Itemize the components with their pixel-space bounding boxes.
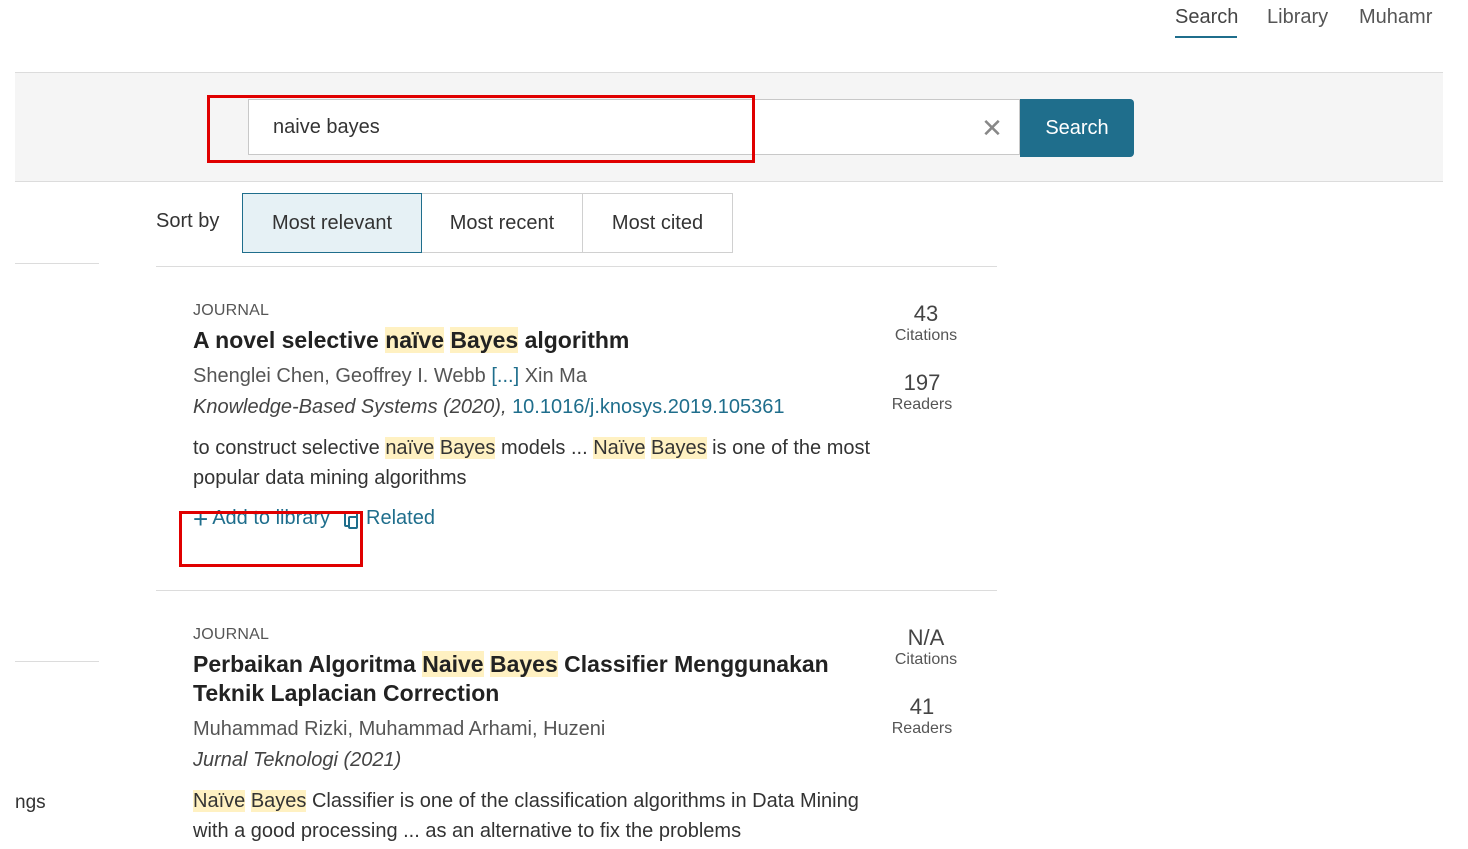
results-divider <box>156 590 997 591</box>
snippet-text: models ... <box>495 437 594 459</box>
snippet-text <box>245 790 251 812</box>
result-source: Knowledge-Based Systems (2020), 10.1016/… <box>193 396 993 419</box>
title-text: Perbaikan Algoritma <box>193 651 423 677</box>
clear-search-icon[interactable]: ✕ <box>977 113 1007 143</box>
search-input[interactable] <box>248 99 1020 155</box>
snippet-highlight: Bayes <box>439 437 496 459</box>
snippet-text: to construct selective <box>193 437 386 459</box>
result-authors: Shenglei Chen, Geoffrey I. Webb [...] Xi… <box>193 365 993 388</box>
related-label: Related <box>366 507 435 529</box>
result-type: JOURNAL <box>193 302 270 319</box>
citations-count: N/A <box>907 625 945 650</box>
title-highlight: Bayes <box>450 327 519 353</box>
result-actions: + Add to library Related <box>193 503 993 534</box>
result-snippet: Naïve Bayes Classifier is one of the cla… <box>193 786 873 846</box>
result-title[interactable]: Perbaikan Algoritma Naive Bayes Classifi… <box>193 650 843 708</box>
result-item: JOURNAL Perbaikan Algoritma Naive Bayes … <box>193 626 993 846</box>
sidebar-divider <box>15 661 99 662</box>
citations-metric: 43 Citations <box>881 301 971 345</box>
sidebar-divider <box>15 263 99 264</box>
snippet-highlight: Bayes <box>250 790 307 812</box>
result-item: JOURNAL A novel selective naïve Bayes al… <box>193 302 993 534</box>
title-text: A novel selective <box>193 327 386 353</box>
snippet-highlight: Bayes <box>651 437 707 459</box>
results-divider <box>156 266 997 267</box>
readers-count: 197 <box>903 370 941 395</box>
snippet-text <box>434 437 440 459</box>
citations-count: 43 <box>913 301 939 326</box>
readers-label: Readers <box>891 396 953 413</box>
citations-label: Citations <box>894 327 958 344</box>
plus-icon: + <box>193 503 209 534</box>
title-text: algorithm <box>518 327 630 353</box>
top-navigation: Search Library Muhamr <box>0 0 1468 72</box>
nav-active-indicator <box>1175 36 1237 38</box>
readers-metric: 41 Readers <box>877 694 967 738</box>
add-to-library-button[interactable]: + Add to library <box>193 503 331 534</box>
add-to-library-label: Add to library <box>212 507 331 529</box>
related-button[interactable]: Related <box>344 507 435 530</box>
sort-most-relevant[interactable]: Most relevant <box>242 193 422 253</box>
nav-search-link[interactable]: Search <box>1175 6 1238 29</box>
result-snippet: to construct selective naïve Bayes model… <box>193 433 873 493</box>
authors-text: Shenglei Chen, Geoffrey I. Webb <box>193 365 492 387</box>
citations-metric: N/A Citations <box>881 625 971 669</box>
sort-options: Most relevant Most recent Most cited <box>242 193 733 253</box>
result-source: Jurnal Teknologi (2021) <box>193 749 402 771</box>
search-button[interactable]: Search <box>1020 99 1134 157</box>
search-bar-section: ✕ Search <box>15 72 1443 182</box>
readers-metric: 197 Readers <box>877 370 967 414</box>
nav-user-menu[interactable]: Muhamr <box>1359 6 1432 29</box>
related-icon <box>344 510 359 529</box>
nav-library-link[interactable]: Library <box>1267 6 1328 29</box>
title-highlight: Naive <box>422 651 484 677</box>
authors-text: Xin Ma <box>519 365 587 387</box>
snippet-highlight: Naïve <box>593 437 646 459</box>
snippet-highlight: Naïve <box>193 790 246 812</box>
title-highlight: naïve <box>385 327 445 353</box>
readers-label: Readers <box>891 720 953 737</box>
title-highlight: Bayes <box>489 651 558 677</box>
result-authors: Muhammad Rizki, Muhammad Arhami, Huzeni <box>193 718 606 740</box>
authors-expand-link[interactable]: [...] <box>491 365 519 387</box>
sort-label: Sort by <box>156 210 220 232</box>
result-title[interactable]: A novel selective naïve Bayes algorithm <box>193 326 843 355</box>
readers-count: 41 <box>909 694 935 719</box>
source-text: Knowledge-Based Systems (2020), <box>193 396 513 418</box>
sidebar-partial-label[interactable]: ngs <box>15 792 46 814</box>
snippet-highlight: naïve <box>385 437 435 459</box>
result-type: JOURNAL <box>193 626 270 643</box>
sort-most-cited[interactable]: Most cited <box>582 193 733 253</box>
doi-link[interactable]: 10.1016/j.knosys.2019.105361 <box>512 396 784 418</box>
sort-most-recent[interactable]: Most recent <box>421 193 583 253</box>
citations-label: Citations <box>894 651 958 668</box>
